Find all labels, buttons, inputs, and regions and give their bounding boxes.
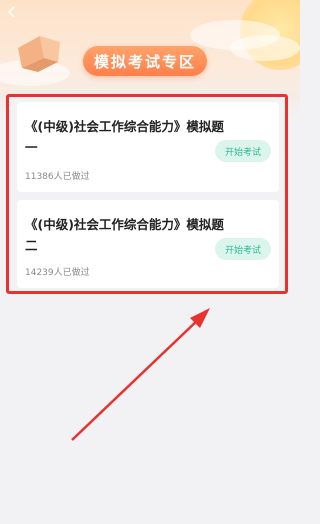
book-decoration	[18, 36, 60, 72]
cloud-decoration	[230, 35, 300, 61]
page-title: 模拟考试专区	[83, 46, 207, 76]
exam-participant-count: 11386人已做过	[25, 172, 90, 182]
exam-participant-count: 14239人已做过	[25, 268, 90, 278]
exam-card[interactable]: 《(中级)社会工作综合能力》模拟题一 开始考试 11386人已做过	[17, 102, 279, 192]
exam-title: 《(中级)社会工作综合能力》模拟题一	[25, 119, 224, 155]
back-button[interactable]	[3, 3, 21, 21]
exam-title: 《(中级)社会工作综合能力》模拟题二	[25, 217, 224, 253]
exam-card-list: 《(中级)社会工作综合能力》模拟题一 开始考试 11386人已做过 《(中级)社…	[6, 94, 288, 294]
start-exam-button[interactable]: 开始考试	[215, 238, 271, 260]
start-exam-button[interactable]: 开始考试	[215, 140, 271, 162]
back-arrow-icon	[7, 6, 15, 18]
exam-card[interactable]: 《(中级)社会工作综合能力》模拟题二 开始考试 14239人已做过	[17, 200, 279, 288]
